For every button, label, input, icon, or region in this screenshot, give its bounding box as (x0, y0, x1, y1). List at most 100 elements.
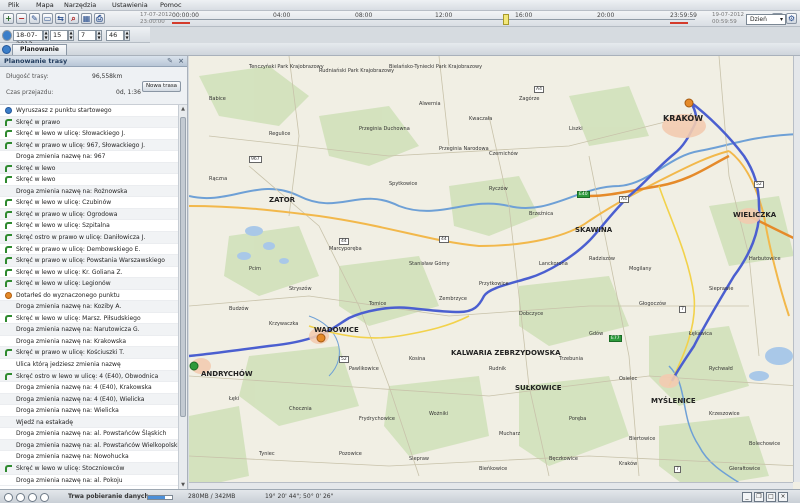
direction-row[interactable]: Skręć w prawo w ulicę: Powstania Warszaw… (0, 255, 178, 267)
print-icon[interactable]: ⎙ (94, 13, 105, 24)
town-label: Sieprawie (709, 286, 734, 292)
date-spinner[interactable]: ▲ ▼ (43, 30, 49, 41)
chevron-down-icon: ▾ (779, 16, 783, 23)
minute-spinner[interactable]: ▲ ▼ (96, 30, 102, 41)
date-input[interactable]: 18-07-2012 (13, 30, 43, 48)
turn-arrow-icon (5, 164, 12, 172)
direction-row[interactable]: Droga zmienia nazwę na: Rożnowska (0, 185, 178, 198)
settings-icon[interactable]: ⚙ (786, 13, 797, 24)
town-label: Rudnik (489, 366, 507, 372)
menu-plik[interactable]: Plik (8, 1, 19, 9)
town-label: Stryszów (289, 286, 312, 292)
timeline-tick-label: 16:00 (515, 12, 533, 19)
globe-icon (2, 45, 11, 54)
direction-row[interactable]: Skręć ostro w prawo w ulicę: Daniłowicza… (0, 232, 178, 244)
town-label: Czernichów (489, 151, 518, 157)
direction-row[interactable]: Skręć w lewo w ulicę: Czubinów (0, 197, 178, 209)
export-icon[interactable]: ⇆ (55, 13, 66, 24)
minimize-icon[interactable]: _ (742, 492, 752, 502)
scroll-down-icon[interactable]: ▼ (179, 481, 187, 489)
gps-icon[interactable] (40, 493, 49, 502)
directions-scrollbar[interactable]: ▲ ▼ (178, 105, 187, 489)
hour-input[interactable]: 15 (50, 30, 68, 41)
direction-row[interactable]: Droga zmienia nazwę na: Nowohucka (0, 451, 178, 463)
menu-ustawienia[interactable]: Ustawienia (112, 1, 148, 9)
city-label: WADOWICE (314, 326, 359, 334)
info-icon[interactable] (28, 493, 37, 502)
layers-icon[interactable] (16, 493, 25, 502)
timeline-range-end (670, 22, 688, 24)
search-icon[interactable]: ⌕ (68, 13, 79, 24)
close-icon[interactable]: × (778, 492, 788, 502)
city-label: ANDRYCHÓW (201, 370, 253, 378)
timeline-slider[interactable]: 00:00:00 04:00 08:00 12:00 16:00 20:00 2… (150, 12, 697, 26)
menu-mapa[interactable]: Mapa (36, 1, 54, 9)
direction-row[interactable]: Droga zmienia nazwę na: Wielicka (0, 405, 178, 417)
direction-row[interactable]: Skręć w lewo w ulicę: Legionów (0, 278, 178, 290)
globe-icon[interactable] (4, 493, 13, 502)
town-label: Zembrzyce (439, 296, 468, 302)
direction-row[interactable]: Skręć w lewo w ulicę: Szpitalna (0, 220, 178, 233)
timeline-handle[interactable] (503, 14, 509, 25)
scroll-up-icon[interactable]: ▲ (179, 105, 187, 113)
second-spinner[interactable]: ▲ ▼ (124, 30, 130, 41)
minute-input[interactable]: 7 (78, 30, 96, 41)
turn-arrow-icon (5, 199, 12, 207)
direction-row[interactable]: Droga zmienia nazwę na: al. Powstańców Ś… (0, 428, 178, 440)
direction-row[interactable]: Droga zmienia nazwę na: Narutowicza G. (0, 324, 178, 336)
grid-icon[interactable]: ▦ (81, 13, 92, 24)
restore-icon[interactable]: ❐ (754, 492, 764, 502)
direction-row[interactable]: Ulica którą jedziesz zmienia nazwę (0, 359, 178, 371)
town-label: Mucharz (499, 431, 521, 437)
direction-row[interactable]: Skręć w prawo w ulicę: Ogrodowa (0, 208, 178, 221)
direction-row[interactable]: Droga zmienia nazwę na: 4 (E40), Krakows… (0, 382, 178, 394)
direction-row[interactable]: Skręć w lewo (0, 162, 178, 175)
timeline-zoom-select[interactable]: Dzień ▾ (746, 14, 786, 25)
direction-text: Droga zmienia nazwę na: al. Powstańców Ś… (16, 430, 167, 438)
direction-row[interactable]: Droga zmienia nazwę na: Krakowska (0, 336, 178, 348)
town-label: Krzywaczka (269, 321, 299, 327)
direction-row[interactable]: Skręć ostro w lewo w ulicę: 4 (E40), Obw… (0, 370, 178, 383)
menu-narzedzia[interactable]: Narzędzia (64, 1, 96, 9)
pin-icon[interactable]: ✎ (166, 57, 174, 65)
direction-row[interactable]: Skręć w lewo w ulicę: Stoczniowców (0, 462, 178, 475)
close-icon[interactable]: × (177, 57, 185, 65)
road-badge: 44 (439, 236, 449, 243)
direction-row[interactable]: Wjedź na estakadę (0, 416, 178, 429)
map-horizontal-scrollbar[interactable] (189, 482, 793, 489)
direction-row[interactable]: Skręć w lewo w ulicę: Kr. Goliana Z. (0, 267, 178, 279)
direction-row[interactable]: Wyruszasz z punktu startowego (0, 105, 178, 117)
direction-row[interactable]: Droga zmienia nazwę na: 4 (E40), Wielick… (0, 393, 178, 406)
direction-row[interactable]: Droga zmienia nazwę na: al. Pokoju (0, 475, 178, 487)
direction-row[interactable]: Skręć w prawo (0, 116, 178, 129)
direction-text: Skręć w prawo w ulicę: 967, Słowackiego … (16, 141, 145, 149)
direction-row[interactable]: Skręć w lewo (0, 174, 178, 186)
map-vertical-scrollbar[interactable] (793, 56, 800, 482)
direction-row[interactable]: Dotarłeś do wyznaczonego punktu (0, 290, 178, 302)
timeline-range-start (172, 22, 190, 24)
new-route-button[interactable]: Nowa trasa (142, 81, 181, 92)
direction-row[interactable]: Droga zmienia nazwę na: 967 (0, 151, 178, 163)
hour-spinner[interactable]: ▲ ▼ (68, 30, 74, 41)
direction-row[interactable]: Skręć w prawo w ulicę: 967, Słowackiego … (0, 139, 178, 152)
direction-row[interactable]: Skręć w lewo w ulicę: Słowackiego J. (0, 128, 178, 140)
scroll-thumb[interactable] (180, 117, 186, 417)
direction-row[interactable]: Skręć w prawo w ulicę: Kościuszki T. (0, 347, 178, 360)
fullscreen-icon[interactable]: □ (766, 492, 776, 502)
edit-icon[interactable]: ✎ (29, 13, 40, 24)
direction-text: Skręć w prawo w ulicę: Ogrodowa (16, 210, 118, 218)
map-view[interactable]: KRAKÓW WIELICZKA ZATOR SKAWINA WADOWICE … (189, 56, 800, 489)
add-icon[interactable]: + (3, 13, 14, 24)
remove-icon[interactable]: − (16, 13, 27, 24)
direction-row[interactable]: Skręć w lewo w ulicę: Marsz. Piłsudskieg… (0, 313, 178, 325)
second-input[interactable]: 46 (106, 30, 124, 41)
direction-row[interactable]: Droga zmienia nazwę na: Koziby A. (0, 301, 178, 313)
direction-row[interactable]: Droga zmienia nazwę na: al. Powstańców W… (0, 439, 178, 452)
menu-pomoc[interactable]: Pomoc (160, 1, 182, 9)
timeline-tick-label: 00:00:00 (172, 12, 199, 19)
direction-row[interactable]: Skręć w prawo w ulicę: Dembowskiego E. (0, 244, 178, 256)
town-label: Zagórze (519, 96, 540, 102)
open-icon[interactable]: ▭ (42, 13, 53, 24)
tab-route-planning[interactable]: Planowanie trasy (12, 44, 67, 63)
calendar-icon[interactable] (2, 30, 12, 41)
